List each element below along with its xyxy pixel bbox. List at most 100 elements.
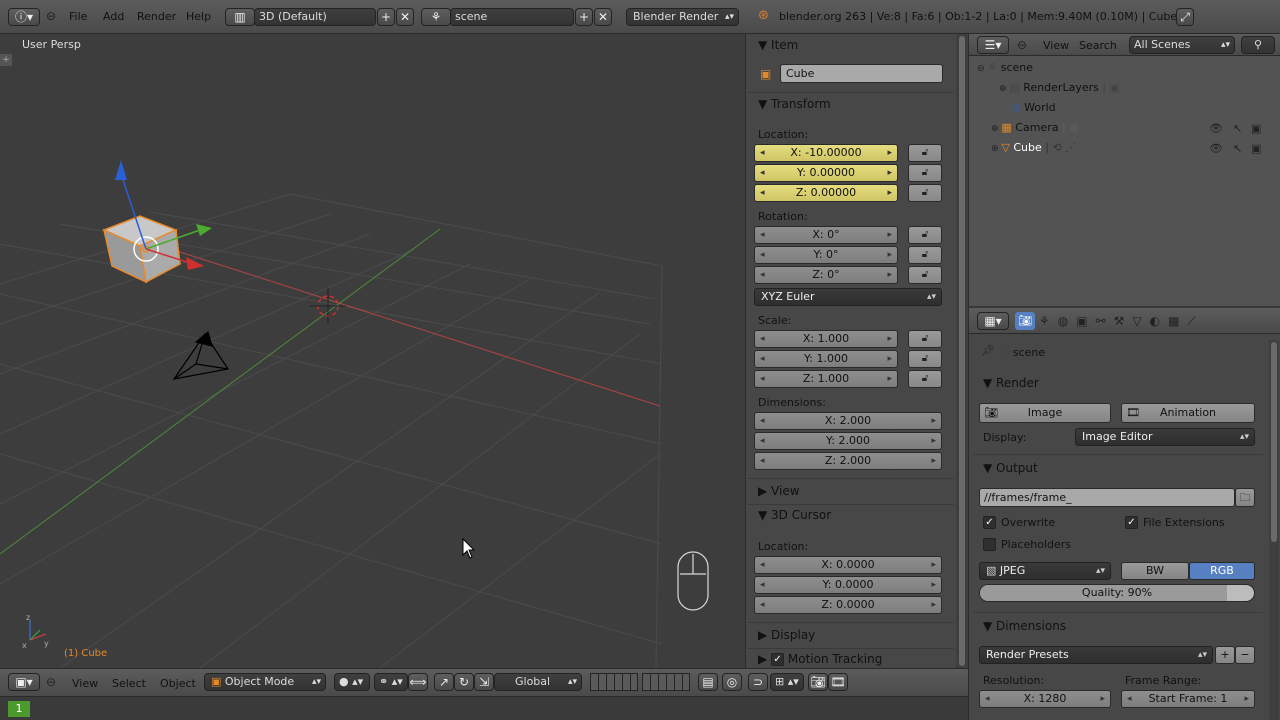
snap-toggle-icon[interactable]: ⊃ (748, 673, 768, 691)
display-panel-header[interactable]: ▶ Display (758, 628, 815, 642)
pivot-dropdown[interactable]: ⚭ ▴▾ (374, 673, 408, 691)
3d-view-editor-type-icon[interactable]: ▣▾ (8, 673, 40, 691)
location-z-field[interactable]: ◂ Z: 0.00000 ▸ (754, 184, 898, 202)
layers-row-1[interactable] (590, 673, 638, 691)
object-name-input[interactable]: Cube (780, 64, 943, 83)
dimensions-x-field[interactable]: ◂ X: 2.000 ▸ (754, 412, 942, 430)
transform-orientation-dropdown[interactable]: Global ▴▾ (494, 673, 582, 691)
delete-scene-icon[interactable]: ✕ (594, 8, 612, 26)
lock-location-x-icon[interactable]: 🔓︎ (908, 144, 942, 162)
current-frame-indicator[interactable]: 1 (8, 701, 30, 717)
output-path-input[interactable]: //frames/frame_ (979, 488, 1235, 507)
outliner-item-renderlayers[interactable]: ⊕ ▤ RenderLayers | ▣ (999, 78, 1279, 98)
scale-y-field[interactable]: ◂ Y: 1.000 ▸ (754, 350, 898, 368)
outliner-search-menu[interactable]: Search (1079, 39, 1117, 52)
layers-row-2[interactable] (642, 673, 690, 691)
render-panel-header[interactable]: ▼ Render (983, 376, 1039, 390)
cursor-z-field[interactable]: ◂ Z: 0.0000 ▸ (754, 596, 942, 614)
lock-rotation-y-icon[interactable]: 🔓︎ (908, 246, 942, 264)
resolution-x-field[interactable]: ◂ X: 1280 ▸ (979, 690, 1111, 708)
fullscreen-icon[interactable]: ⤢ (1176, 8, 1194, 26)
mode-dropdown[interactable]: ▣ Object Mode ▴▾ (204, 673, 326, 691)
screen-layout-field[interactable]: 3D (Default) (254, 8, 376, 26)
cube-visibility-eye-icon[interactable]: 👁︎ (1209, 142, 1223, 155)
render-image-button[interactable]: 📷︎ Image (979, 403, 1111, 423)
scale-z-field[interactable]: ◂ Z: 1.000 ▸ (754, 370, 898, 388)
delete-screen-icon[interactable]: ✕ (396, 8, 414, 26)
file-format-dropdown[interactable]: ▧ JPEG ▴▾ (979, 562, 1111, 580)
lock-location-z-icon[interactable]: 🔓︎ (908, 184, 942, 202)
start-frame-field[interactable]: ◂ Start Frame: 1 ▸ (1121, 690, 1255, 708)
menu-help[interactable]: Help (186, 10, 211, 23)
quality-slider[interactable]: Quality: 90% (979, 584, 1255, 602)
3d-viewport[interactable]: z x y User Persp + (1) Cube (0, 34, 745, 668)
render-opengl-image-icon[interactable]: 📷︎ (808, 673, 828, 691)
display-dropdown[interactable]: Image Editor ▴▾ (1075, 428, 1255, 446)
translate-manipulator-icon[interactable]: ↗ (434, 673, 454, 691)
render-presets-dropdown[interactable]: Render Presets ▴▾ (979, 646, 1213, 664)
motion-tracking-checkbox[interactable]: ✓ (771, 653, 785, 666)
outliner-search-icon[interactable]: ⚲ (1241, 36, 1275, 54)
outliner-item-scene[interactable]: ⊖ ⚘ scene (977, 58, 1277, 78)
scene-field[interactable]: scene (450, 8, 574, 26)
item-panel-header[interactable]: ▼ Item (758, 38, 798, 52)
transform-panel-header[interactable]: ▼ Transform (758, 97, 831, 111)
lock-scale-z-icon[interactable]: 🔓︎ (908, 370, 942, 388)
render-engine-dropdown[interactable]: Blender Render ▴▾ (626, 8, 739, 26)
scale-x-field[interactable]: ◂ X: 1.000 ▸ (754, 330, 898, 348)
motion-tracking-panel-header[interactable]: ▶ ✓ Motion Tracking (758, 652, 882, 666)
rotation-y-field[interactable]: ◂ Y: 0° ▸ (754, 246, 898, 264)
camera-object[interactable] (172, 330, 229, 380)
menu-render[interactable]: Render (137, 10, 176, 23)
lock-rotation-z-icon[interactable]: 🔓︎ (908, 266, 942, 284)
properties-editor-type-icon[interactable]: ▦▾ (977, 312, 1009, 330)
outliner-view-menu[interactable]: View (1043, 39, 1069, 52)
render-opengl-animation-icon[interactable]: 🎞︎ (828, 673, 848, 691)
cube-select-arrow-icon[interactable]: ↖ (1233, 142, 1242, 155)
lock-rotation-x-icon[interactable]: 🔓︎ (908, 226, 942, 244)
folder-browse-icon[interactable]: 🗀 (1235, 488, 1255, 507)
editor-type-info-button[interactable]: ⓘ▾ (8, 8, 40, 26)
bw-toggle[interactable]: BW (1121, 562, 1189, 580)
3d-cursor-panel-header[interactable]: ▼ 3D Cursor (758, 508, 831, 522)
rgb-toggle[interactable]: RGB (1189, 562, 1255, 580)
view-panel-header[interactable]: ▶ View (758, 484, 800, 498)
properties-context-tabs[interactable]: ⚘◍▣⚯⚒▽◐▩⟋ (1039, 314, 1204, 329)
toolshelf-toggle-icon[interactable]: + (0, 54, 12, 66)
add-screen-icon[interactable]: + (377, 8, 395, 26)
lock-layers-icon[interactable]: ▤ (698, 673, 718, 691)
lock-scale-y-icon[interactable]: 🔓︎ (908, 350, 942, 368)
object-menu[interactable]: Object (160, 677, 196, 690)
cursor-x-field[interactable]: ◂ X: 0.0000 ▸ (754, 556, 942, 574)
menu-file[interactable]: File (69, 10, 87, 23)
collapse-menu-icon[interactable]: ⊖ (46, 9, 56, 23)
outliner-editor-type-icon[interactable]: ☰▾ (977, 36, 1009, 54)
render-animation-button[interactable]: 🎞︎ Animation (1121, 403, 1255, 423)
scale-manipulator-icon[interactable]: ⇲ (474, 673, 494, 691)
shelf-scrollbar[interactable] (956, 34, 968, 668)
proportional-edit-icon[interactable]: ◎ (722, 673, 742, 691)
collapse-menu-icon[interactable]: ⊖ (1017, 38, 1027, 52)
cube-object[interactable] (102, 215, 181, 284)
lock-location-y-icon[interactable]: 🔓︎ (908, 164, 942, 182)
cursor-y-field[interactable]: ◂ Y: 0.0000 ▸ (754, 576, 942, 594)
location-x-field[interactable]: ◂ X: -10.00000 ▸ (754, 144, 898, 162)
dimensions-y-field[interactable]: ◂ Y: 2.000 ▸ (754, 432, 942, 450)
shading-dropdown[interactable]: ● ▴▾ (334, 673, 370, 691)
camera-visibility-eye-icon[interactable]: 👁︎ (1209, 122, 1223, 135)
pin-icon[interactable]: 📌︎ (981, 344, 995, 357)
rotation-mode-dropdown[interactable]: XYZ Euler ▴▾ (754, 288, 942, 306)
snap-element-dropdown[interactable]: ⊞ ▴▾ (770, 673, 804, 691)
lock-scale-x-icon[interactable]: 🔓︎ (908, 330, 942, 348)
render-context-icon[interactable]: 📷︎ (1015, 312, 1035, 330)
outliner-item-world[interactable]: ◍ World (999, 98, 1279, 118)
overwrite-checkbox[interactable]: ✓ (983, 516, 996, 529)
screen-layout-icon[interactable]: ▥ (225, 8, 255, 26)
camera-select-arrow-icon[interactable]: ↖ (1233, 122, 1242, 135)
scene-icon[interactable]: ⚘ (421, 8, 451, 26)
camera-render-icon[interactable]: ▣ (1251, 122, 1261, 135)
add-preset-icon[interactable]: + (1215, 646, 1235, 664)
output-panel-header[interactable]: ▼ Output (983, 461, 1038, 475)
properties-scrollbar[interactable] (1269, 340, 1279, 720)
view-menu[interactable]: View (72, 677, 98, 690)
